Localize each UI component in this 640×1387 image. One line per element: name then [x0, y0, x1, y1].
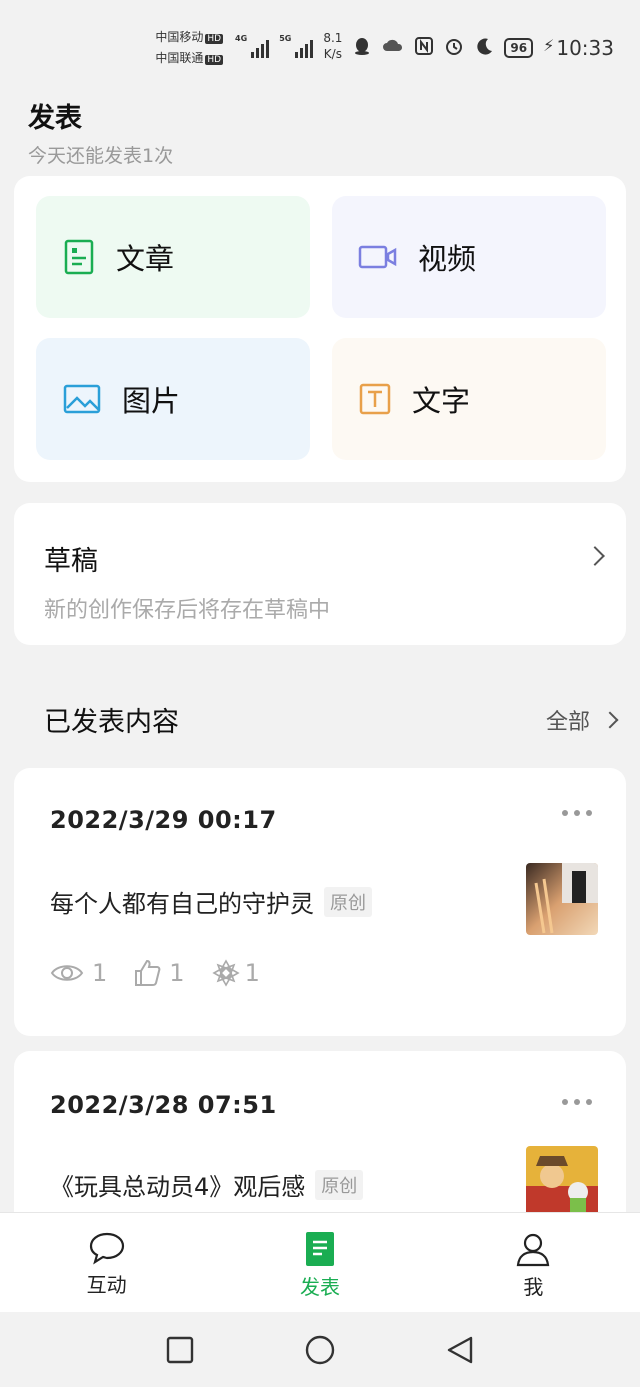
- video-icon: [358, 239, 398, 275]
- publish-quota: 今天还能发表1次: [28, 145, 174, 167]
- publish-article-label: 文章: [116, 242, 175, 276]
- home-circle-icon[interactable]: [304, 1334, 336, 1366]
- publish-text-button[interactable]: 文字: [332, 338, 606, 460]
- drafts-card[interactable]: 草稿 新的创作保存后将存在草稿中: [14, 503, 626, 645]
- thumbs-up-icon: [135, 959, 161, 986]
- original-tag: 原创: [324, 886, 372, 917]
- page-header: 发表 今天还能发表1次: [28, 96, 173, 168]
- publish-text-label: 文字: [412, 384, 471, 418]
- post-thumbnail[interactable]: [526, 1146, 598, 1218]
- clock: 10:33: [556, 36, 614, 60]
- carrier-2: 中国联通: [155, 51, 204, 65]
- chat-bubble-icon: [89, 1232, 124, 1265]
- tab-interaction[interactable]: 互动: [0, 1213, 213, 1312]
- carrier-info: 中国移动 HD 中国联通 HD: [155, 28, 224, 70]
- post-thumbnail[interactable]: [526, 863, 598, 935]
- original-tag: 原创: [315, 1169, 364, 1200]
- share-flower-icon: [211, 959, 240, 987]
- status-bar: 中国移动 HD 中国联通 HD 4G 5G 8.1 K/s 96 ⚡ 10:33: [0, 0, 640, 92]
- text-icon: [358, 381, 392, 417]
- views-stat: 1: [50, 959, 107, 987]
- post-title-row: 《玩具总动员4》观后感 原创: [50, 1167, 364, 1202]
- publish-image-label: 图片: [122, 384, 181, 418]
- signal-icon-2: 5G: [279, 34, 314, 58]
- speed-unit: K/s: [323, 47, 342, 61]
- charging-icon: ⚡: [543, 36, 555, 55]
- moon-icon: [474, 36, 494, 61]
- network-speed: 8.1 K/s: [323, 30, 342, 62]
- recents-square-icon[interactable]: [166, 1336, 194, 1364]
- network-type-2: 5G: [279, 34, 292, 43]
- publish-article-button[interactable]: 文章: [36, 196, 310, 318]
- cloud-icon: [382, 36, 404, 59]
- chevron-right-icon: [601, 711, 619, 728]
- view-all-link[interactable]: 全部: [545, 704, 619, 736]
- shares-stat: 1: [211, 958, 260, 988]
- nfc-icon: [414, 36, 434, 61]
- publish-image-button[interactable]: 图片: [36, 338, 310, 460]
- tab-me[interactable]: 我: [427, 1213, 640, 1312]
- page-title: 发表: [28, 103, 82, 134]
- post-date: 2022/3/28 07:51: [50, 1091, 277, 1119]
- tab-publish[interactable]: 发表: [213, 1213, 426, 1312]
- post-stats: 1 1 1: [50, 958, 260, 988]
- document-icon: [305, 1232, 334, 1266]
- post-title: 每个人都有自己的守护灵: [50, 890, 314, 918]
- qq-icon: [352, 36, 372, 61]
- likes-count: 1: [169, 959, 185, 987]
- post-title-row: 每个人都有自己的守护灵 原创: [50, 884, 372, 919]
- post-date: 2022/3/29 00:17: [50, 806, 277, 834]
- drafts-subtitle: 新的创作保存后将存在草稿中: [44, 598, 331, 623]
- carrier-1: 中国移动: [155, 30, 204, 44]
- publish-video-label: 视频: [418, 242, 477, 276]
- tab-me-label: 我: [523, 1275, 544, 1299]
- view-all-label: 全部: [545, 709, 590, 735]
- more-options-icon[interactable]: [562, 810, 592, 816]
- battery-indicator: 96: [504, 38, 534, 58]
- tab-publish-label: 发表: [299, 1275, 340, 1299]
- hd-badge: HD: [205, 55, 224, 65]
- shares-count: 1: [244, 959, 260, 987]
- likes-stat: 1: [133, 959, 185, 987]
- bottom-tab-bar: 互动 发表 我: [0, 1212, 640, 1312]
- network-type-1: 4G: [235, 34, 248, 43]
- views-count: 1: [92, 959, 108, 987]
- alarm-icon: [444, 36, 464, 61]
- person-icon: [517, 1233, 550, 1267]
- tab-interaction-label: 互动: [86, 1273, 127, 1297]
- back-triangle-icon[interactable]: [446, 1335, 474, 1365]
- published-title: 已发表内容: [44, 707, 179, 738]
- eye-icon: [50, 965, 84, 981]
- signal-icon: 4G: [235, 34, 270, 58]
- system-nav-bar: [0, 1312, 640, 1387]
- published-section-header: 已发表内容 全部: [44, 700, 619, 739]
- post-card[interactable]: 2022/3/29 00:17 每个人都有自己的守护灵 原创 1 1 1: [14, 768, 626, 1036]
- publish-type-grid: 文章 视频 图片 文字: [14, 176, 626, 482]
- more-options-icon[interactable]: [562, 1099, 592, 1105]
- publish-video-button[interactable]: 视频: [332, 196, 606, 318]
- drafts-title: 草稿: [44, 546, 98, 577]
- image-icon: [62, 381, 102, 417]
- speed-value: 8.1: [323, 31, 343, 45]
- post-title: 《玩具总动员4》观后感: [50, 1173, 306, 1201]
- article-icon: [62, 239, 96, 275]
- hd-badge: HD: [205, 34, 224, 44]
